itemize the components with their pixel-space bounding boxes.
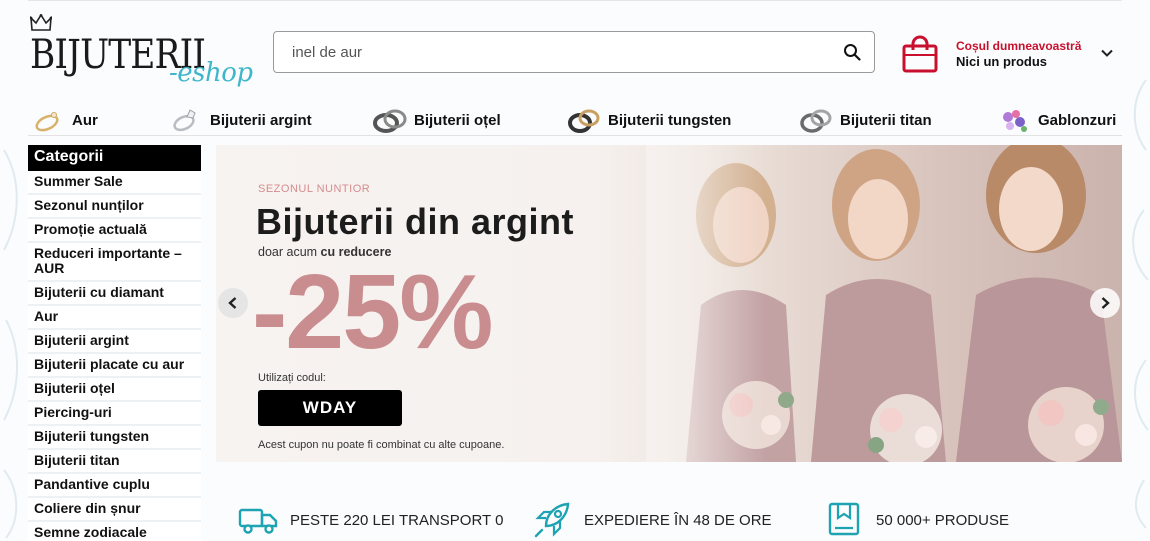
search-input[interactable] [274, 32, 830, 72]
category-link-argint[interactable]: Bijuterii argint [168, 104, 312, 136]
category-label: Bijuterii oțel [414, 111, 501, 129]
background-leaf-decoration-left [3, 149, 19, 539]
carousel-next-button[interactable] [1090, 288, 1120, 318]
gold-ring-icon [30, 105, 66, 135]
chevron-down-icon[interactable] [1100, 46, 1114, 60]
header-top-divider [28, 0, 1122, 1]
silver-ring-icon [168, 105, 204, 135]
sidebar-item-titan[interactable]: Bijuterii titan [28, 450, 201, 474]
banner-season-label: SEZONUL NUNTIOR [258, 183, 371, 195]
delivery-truck-icon [238, 508, 278, 534]
category-label: Bijuterii argint [210, 111, 312, 129]
category-link-gablonzuri[interactable]: Gablonzuri [996, 104, 1116, 136]
background-leaf-decoration [1132, 79, 1149, 529]
banner-use-code-label: Utilizați codul: [258, 372, 326, 384]
titanium-ring-icon [798, 105, 834, 135]
sidebar-item-placate-aur[interactable]: Bijuterii placate cu aur [28, 354, 201, 378]
carousel-prev-button[interactable] [218, 288, 248, 318]
sidebar-item-tungsten[interactable]: Bijuterii tungsten [28, 426, 201, 450]
sidebar-item-coliere-snur[interactable]: Coliere din șnur [28, 498, 201, 522]
logo-suffix: -eshop [169, 58, 253, 88]
banner-discount: -25% [252, 253, 493, 371]
sidebar-title: Categorii [28, 145, 201, 171]
crown-icon [30, 14, 52, 31]
category-label: Aur [72, 111, 98, 129]
search-button[interactable] [830, 32, 874, 72]
sidebar-item-otel[interactable]: Bijuterii oțel [28, 378, 201, 402]
promo-banner[interactable]: SEZONUL NUNTIOR Bijuterii din argint doa… [216, 145, 1122, 462]
category-link-otel[interactable]: Bijuterii oțel [372, 104, 501, 136]
cart-title: Coșul dumneavoastră [956, 39, 1082, 53]
category-link-tungsten[interactable]: Bijuterii tungsten [566, 104, 731, 136]
category-strip: Aur Bijuterii argint Bijuterii oțel Biju… [28, 104, 1122, 136]
sidebar-item-pandantive-cuplu[interactable]: Pandantive cuplu [28, 474, 201, 498]
sidebar-item-promotie-actuala[interactable]: Promoție actuală [28, 219, 201, 243]
feature-label: 50 000+ PRODUSE [876, 511, 1009, 529]
category-label: Bijuterii tungsten [608, 111, 732, 129]
coupon-code-badge: WDAY [258, 390, 402, 426]
chevron-left-icon [228, 297, 237, 309]
category-link-aur[interactable]: Aur [30, 104, 98, 136]
feature-label: PESTE 220 LEI TRANSPORT 0 [290, 511, 504, 529]
sidebar-list: Summer Sale Sezonul nunților Promoție ac… [28, 171, 201, 541]
rocket-icon [534, 502, 570, 538]
sidebar-item-aur[interactable]: Aur [28, 306, 201, 330]
banner-coupon-note: Acest cupon nu poate fi combinat cu alte… [258, 439, 505, 451]
feature-product-count: 50 000+ PRODUSE [826, 500, 1009, 540]
sidebar-item-argint[interactable]: Bijuterii argint [28, 330, 201, 354]
sidebar-item-diamant[interactable]: Bijuterii cu diamant [28, 282, 201, 306]
shopping-bag-icon [902, 35, 938, 73]
sidebar-item-reduceri-aur[interactable]: Reduceri importante – AUR [28, 243, 201, 282]
search-icon [844, 44, 861, 61]
feature-label: EXPEDIERE ÎN 48 DE ORE [584, 511, 772, 529]
feature-free-shipping: PESTE 220 LEI TRANSPORT 0 [238, 500, 503, 540]
sidebar-item-piercing[interactable]: Piercing-uri [28, 402, 201, 426]
bookmark-box-icon [828, 502, 860, 536]
cart-widget[interactable]: Coșul dumneavoastră Nici un produs [902, 34, 1122, 74]
category-link-titan[interactable]: Bijuterii titan [798, 104, 932, 136]
bridesmaids-photo [646, 145, 1122, 462]
cart-status: Nici un produs [956, 54, 1047, 69]
chevron-right-icon [1101, 297, 1110, 309]
category-label: Bijuterii titan [840, 111, 932, 129]
sidebar-item-sezonul-nuntilor[interactable]: Sezonul nunților [28, 195, 201, 219]
sidebar-item-summer-sale[interactable]: Summer Sale [28, 171, 201, 195]
category-sidebar: Categorii Summer Sale Sezonul nunților P… [28, 145, 201, 541]
feature-fast-dispatch: EXPEDIERE ÎN 48 DE ORE [532, 500, 772, 540]
site-logo[interactable]: BIJUTERII -eshop [30, 14, 262, 88]
category-label: Gablonzuri [1038, 111, 1117, 129]
search-bar [273, 31, 875, 73]
sidebar-item-zodiac[interactable]: Semne zodiacale [28, 522, 201, 541]
gablonz-jewelry-icon [996, 105, 1032, 135]
tungsten-ring-icon [566, 105, 602, 135]
banner-headline: Bijuterii din argint [256, 201, 575, 242]
steel-ring-icon [372, 105, 408, 135]
